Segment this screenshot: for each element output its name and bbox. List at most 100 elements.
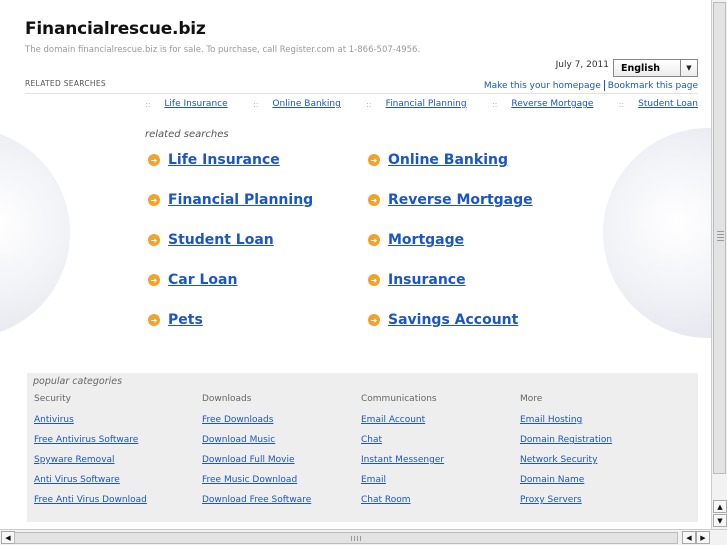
- arrow-right-icon: ➜: [148, 274, 160, 286]
- arrow-right-icon: ➜: [368, 314, 380, 326]
- arrow-right-icon: ➜: [148, 154, 160, 166]
- arrow-right-icon: ▶: [700, 533, 706, 542]
- popular-categories-panel: popular categories Security Antivirus Fr…: [27, 373, 698, 522]
- chevron-down-icon[interactable]: ▼: [680, 60, 697, 76]
- related-link-item[interactable]: ➜ Mortgage: [368, 232, 464, 248]
- divider: [603, 80, 605, 91]
- category-link[interactable]: Download Music: [202, 434, 311, 454]
- utility-links: Make this your homepage Bookmark this pag…: [470, 80, 698, 91]
- topnav-item: :: Financial Planning: [366, 99, 466, 109]
- category-link[interactable]: Download Free Software: [202, 494, 311, 514]
- divider: [25, 93, 698, 94]
- make-homepage-link[interactable]: Make this your homepage: [484, 81, 601, 91]
- page-viewport: Financialrescue.biz The domain financial…: [0, 0, 711, 529]
- category-link[interactable]: Free Antivirus Software: [34, 434, 147, 454]
- decorative-sphere-left: [0, 128, 70, 338]
- arrow-right-icon: ➜: [368, 274, 380, 286]
- date-label: July 7, 2011: [555, 60, 609, 70]
- separator-dots-icon: ::: [253, 99, 259, 109]
- category-link[interactable]: Spyware Removal: [34, 454, 147, 474]
- category-link[interactable]: Free Downloads: [202, 414, 311, 434]
- separator-dots-icon: ::: [618, 99, 625, 109]
- category-link[interactable]: Free Music Download: [202, 474, 311, 494]
- topnav-link[interactable]: Life Insurance: [164, 99, 227, 109]
- related-link[interactable]: Car Loan: [168, 272, 237, 288]
- related-link-item[interactable]: ➜ Savings Account: [368, 312, 518, 328]
- related-searches-label: related searches: [145, 129, 229, 140]
- category-link[interactable]: Chat Room: [361, 494, 444, 514]
- related-link[interactable]: Pets: [168, 312, 203, 328]
- popular-categories-heading: popular categories: [33, 376, 123, 387]
- category-link[interactable]: Domain Registration: [520, 434, 612, 454]
- related-link-item[interactable]: ➜ Online Banking: [368, 152, 508, 168]
- scroll-left-button-right[interactable]: ◀: [682, 531, 696, 544]
- vertical-scroll-thumb[interactable]: [713, 2, 726, 474]
- top-related-nav: :: Life Insurance :: Online Banking :: Fina…: [145, 99, 698, 109]
- related-link[interactable]: Student Loan: [168, 232, 274, 248]
- related-link-item[interactable]: ➜ Pets: [148, 312, 203, 328]
- related-link-item[interactable]: ➜ Car Loan: [148, 272, 237, 288]
- related-link-item[interactable]: ➜ Life Insurance: [148, 152, 280, 168]
- category-link[interactable]: Download Full Movie: [202, 454, 311, 474]
- category-column-security: Security Antivirus Free Antivirus Softwa…: [34, 394, 147, 514]
- category-column-communications: Communications Email Account Chat Instan…: [361, 394, 444, 514]
- horizontal-scroll-thumb[interactable]: [14, 532, 678, 544]
- related-link[interactable]: Online Banking: [388, 152, 508, 168]
- related-link[interactable]: Mortgage: [388, 232, 464, 248]
- category-link[interactable]: Email Hosting: [520, 414, 612, 434]
- category-link[interactable]: Network Security: [520, 454, 612, 474]
- category-link[interactable]: Antivirus: [34, 414, 147, 434]
- topnav-link[interactable]: Financial Planning: [386, 99, 467, 109]
- topnav-link[interactable]: Reverse Mortgage: [511, 99, 593, 109]
- category-link[interactable]: Anti Virus Software: [34, 474, 147, 494]
- category-link[interactable]: Free Anti Virus Download: [34, 494, 147, 514]
- related-link[interactable]: Reverse Mortgage: [388, 192, 533, 208]
- related-link-item[interactable]: ➜ Insurance: [368, 272, 466, 288]
- language-value: English: [621, 63, 660, 74]
- page-title: Financialrescue.biz: [25, 19, 206, 39]
- topnav-link[interactable]: Online Banking: [272, 99, 340, 109]
- category-link[interactable]: Instant Messenger: [361, 454, 444, 474]
- topnav-item: :: Reverse Mortgage: [492, 99, 593, 109]
- scroll-up-button[interactable]: ▲: [713, 500, 727, 513]
- category-column-more: More Email Hosting Domain Registration N…: [520, 394, 612, 514]
- separator-dots-icon: ::: [366, 99, 372, 109]
- arrow-right-icon: ➜: [368, 194, 380, 206]
- category-link[interactable]: Domain Name: [520, 474, 612, 494]
- related-searches-heading: RELATED SEARCHES: [25, 79, 106, 88]
- separator-dots-icon: ::: [145, 99, 151, 109]
- horizontal-scrollbar[interactable]: ◀ ◀ ▶: [0, 529, 727, 545]
- related-link-item[interactable]: ➜ Reverse Mortgage: [368, 192, 533, 208]
- sale-notice: The domain financialrescue.biz is for sa…: [25, 45, 421, 55]
- category-link[interactable]: Email: [361, 474, 444, 494]
- topnav-link[interactable]: Student Loan: [638, 99, 698, 109]
- category-column-downloads: Downloads Free Downloads Download Music …: [202, 394, 311, 514]
- category-heading: Downloads: [202, 394, 252, 404]
- separator-dots-icon: ::: [491, 99, 498, 109]
- category-link[interactable]: Proxy Servers: [520, 494, 612, 514]
- related-link[interactable]: Life Insurance: [168, 152, 280, 168]
- related-link-item[interactable]: ➜ Student Loan: [148, 232, 274, 248]
- decorative-sphere-right: [603, 128, 711, 338]
- category-link[interactable]: Email Account: [361, 414, 444, 434]
- scroll-right-button[interactable]: ▶: [696, 531, 710, 544]
- arrow-left-icon: ◀: [5, 533, 11, 542]
- scroll-down-button[interactable]: ▼: [713, 514, 727, 527]
- arrow-right-icon: ➜: [368, 234, 380, 246]
- scroll-left-button[interactable]: ◀: [1, 531, 15, 544]
- category-heading: Communications: [361, 394, 437, 404]
- related-link[interactable]: Savings Account: [388, 312, 518, 328]
- related-link[interactable]: Insurance: [388, 272, 466, 288]
- related-link-item[interactable]: ➜ Financial Planning: [148, 192, 313, 208]
- arrow-right-icon: ➜: [148, 234, 160, 246]
- bookmark-link[interactable]: Bookmark this page: [608, 81, 698, 91]
- related-link[interactable]: Financial Planning: [168, 192, 313, 208]
- grip-icon: [717, 231, 724, 241]
- arrow-right-icon: ➜: [368, 154, 380, 166]
- language-select[interactable]: English ▼: [613, 59, 698, 77]
- category-link[interactable]: Chat: [361, 434, 444, 454]
- topnav-item: :: Online Banking: [253, 99, 341, 109]
- vertical-scrollbar[interactable]: ▲ ▼: [711, 0, 727, 529]
- topnav-item: :: Life Insurance: [145, 99, 228, 109]
- arrow-down-icon: ▼: [717, 516, 723, 525]
